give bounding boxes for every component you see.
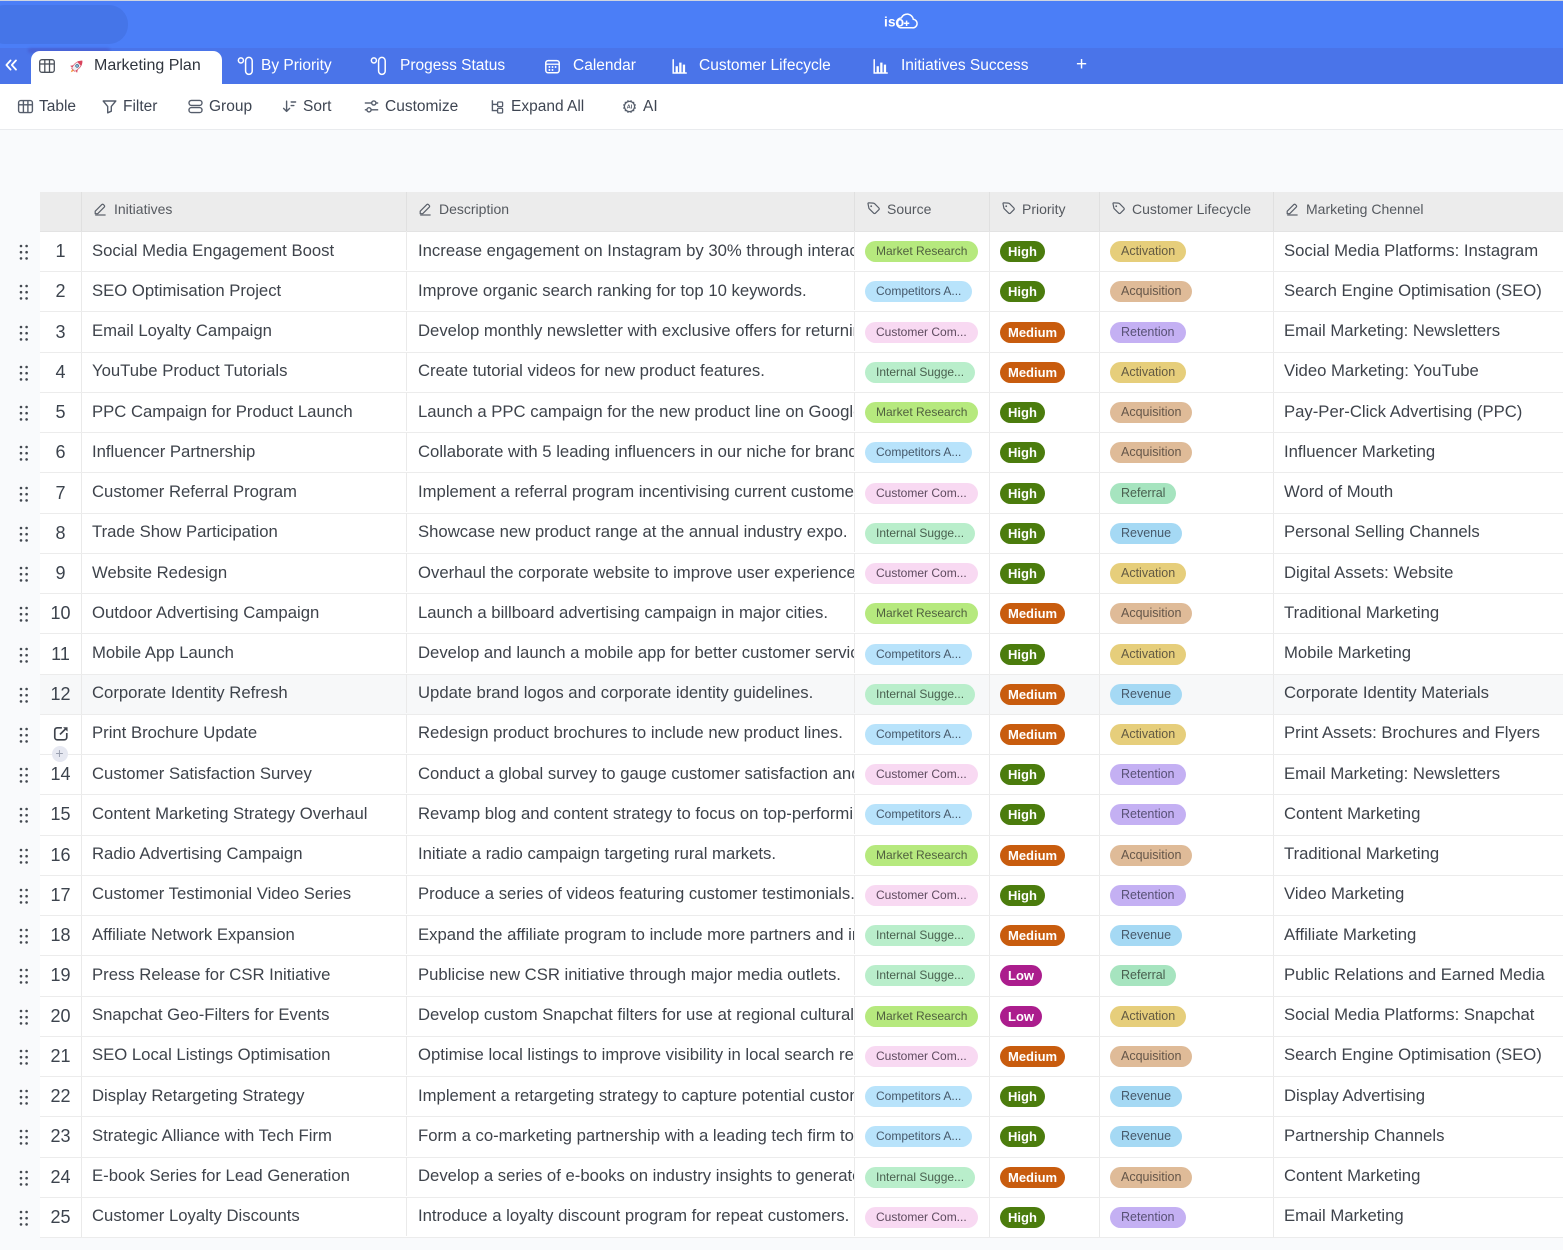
svg-text:AI: AI [627, 105, 633, 111]
